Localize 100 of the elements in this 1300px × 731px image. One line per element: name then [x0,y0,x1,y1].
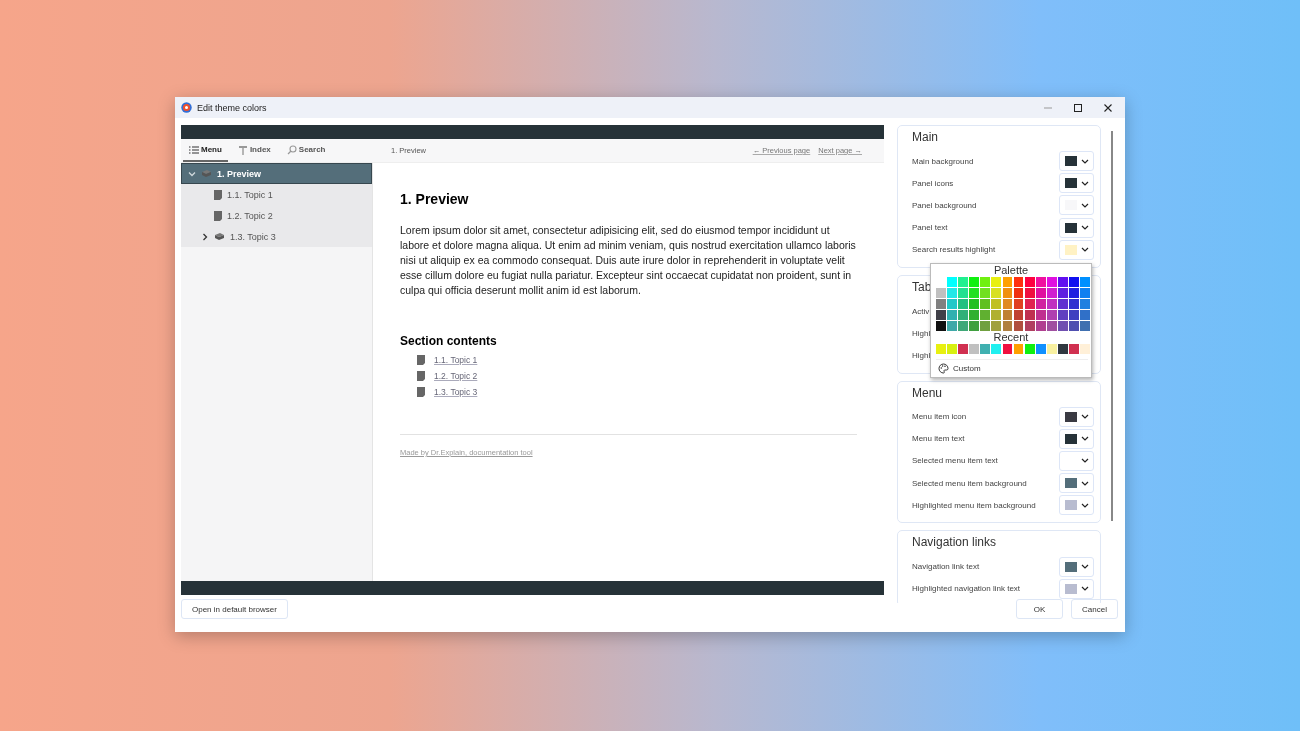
open-browser-button[interactable]: Open in default browser [181,599,288,619]
color-swatch[interactable] [1035,321,1046,332]
color-swatch[interactable] [1046,310,1057,321]
color-swatch[interactable] [1058,299,1068,309]
color-dropdown[interactable] [1059,450,1094,471]
color-dropdown[interactable] [1059,239,1094,260]
color-swatch[interactable] [969,344,980,354]
color-swatch[interactable] [980,321,991,332]
color-swatch[interactable] [1002,288,1013,298]
color-dropdown[interactable] [1059,151,1094,172]
color-swatch[interactable] [1002,321,1013,332]
color-swatch[interactable] [1035,344,1046,354]
color-swatch[interactable] [991,344,1002,354]
color-dropdown[interactable] [1059,428,1094,449]
color-swatch[interactable] [1058,277,1068,287]
color-swatch[interactable] [1024,277,1035,287]
color-swatch[interactable] [958,321,968,332]
tree-item[interactable]: 1.1. Topic 1 [181,184,372,205]
color-dropdown[interactable] [1059,406,1094,427]
color-swatch[interactable] [980,344,991,354]
color-swatch[interactable] [1069,310,1079,321]
color-swatch[interactable] [1046,277,1057,287]
color-swatch[interactable] [1080,277,1090,287]
topic-link[interactable]: 1.3. Topic 3 [434,387,478,397]
color-swatch[interactable] [1013,321,1024,332]
color-swatch[interactable] [958,310,968,321]
color-swatch[interactable] [969,299,980,309]
color-swatch[interactable] [958,299,968,309]
color-swatch[interactable] [1069,321,1079,332]
color-swatch[interactable] [1024,288,1035,298]
color-swatch[interactable] [991,321,1002,332]
color-swatch[interactable] [1069,288,1079,298]
color-swatch[interactable] [936,288,946,298]
color-swatch[interactable] [1013,344,1024,354]
color-swatch[interactable] [947,288,957,298]
color-swatch[interactable] [1013,288,1024,298]
color-swatch[interactable] [1058,288,1068,298]
panel-tab[interactable]: Index [231,139,277,162]
tree-item[interactable]: 1. Preview [181,163,372,184]
color-swatch[interactable] [1046,321,1057,332]
color-swatch[interactable] [1058,310,1068,321]
color-swatch[interactable] [991,299,1002,309]
color-swatch[interactable] [947,310,957,321]
color-swatch[interactable] [1035,310,1046,321]
color-dropdown[interactable] [1059,556,1094,577]
color-swatch[interactable] [958,277,968,287]
color-swatch[interactable] [1024,299,1035,309]
maximize-icon[interactable] [1073,102,1083,113]
color-swatch[interactable] [947,321,957,332]
color-swatch[interactable] [1024,321,1035,332]
color-swatch[interactable] [1046,344,1057,354]
color-swatch[interactable] [1013,310,1024,321]
color-swatch[interactable] [969,277,980,287]
color-swatch[interactable] [958,288,968,298]
color-swatch[interactable] [1024,310,1035,321]
color-swatch[interactable] [980,299,991,309]
color-swatch[interactable] [1024,344,1035,354]
cancel-button[interactable]: Cancel [1071,599,1118,619]
tree-item[interactable]: 1.2. Topic 2 [181,205,372,226]
close-icon[interactable] [1103,102,1113,113]
color-swatch[interactable] [991,310,1002,321]
chevron-down-icon[interactable] [188,170,196,177]
color-swatch[interactable] [1002,310,1013,321]
color-swatch[interactable] [1058,344,1068,354]
color-swatch[interactable] [980,277,991,287]
color-swatch[interactable] [1046,288,1057,298]
color-swatch[interactable] [1069,299,1079,309]
color-swatch[interactable] [936,321,946,332]
color-swatch[interactable] [1046,299,1057,309]
color-dropdown[interactable] [1059,578,1094,599]
color-dropdown[interactable] [1059,473,1094,494]
color-swatch[interactable] [947,277,957,287]
color-swatch[interactable] [980,310,991,321]
color-swatch[interactable] [969,288,980,298]
color-swatch[interactable] [1035,277,1046,287]
color-dropdown[interactable] [1059,217,1094,238]
color-swatch[interactable] [1013,277,1024,287]
color-swatch[interactable] [947,299,957,309]
color-swatch[interactable] [991,288,1002,298]
color-swatch[interactable] [1002,277,1013,287]
color-swatch[interactable] [969,310,980,321]
color-swatch[interactable] [1069,344,1079,354]
color-swatch[interactable] [1080,310,1090,321]
color-swatch[interactable] [1069,277,1079,287]
panel-tab[interactable]: Search [280,139,332,162]
color-swatch[interactable] [936,344,946,354]
color-swatch[interactable] [936,310,946,321]
color-swatch[interactable] [1002,299,1013,309]
color-swatch[interactable] [991,277,1002,287]
topic-link[interactable]: 1.1. Topic 1 [434,355,478,365]
color-dropdown[interactable] [1059,173,1094,194]
ok-button[interactable]: OK [1016,599,1063,619]
color-swatch[interactable] [1080,344,1090,354]
color-swatch[interactable] [1002,344,1013,354]
color-dropdown[interactable] [1059,495,1094,516]
color-swatch[interactable] [1035,288,1046,298]
topic-link[interactable]: 1.2. Topic 2 [434,371,478,381]
scrollbar[interactable] [1111,131,1113,521]
color-swatch[interactable] [1080,288,1090,298]
color-swatch[interactable] [969,321,980,332]
